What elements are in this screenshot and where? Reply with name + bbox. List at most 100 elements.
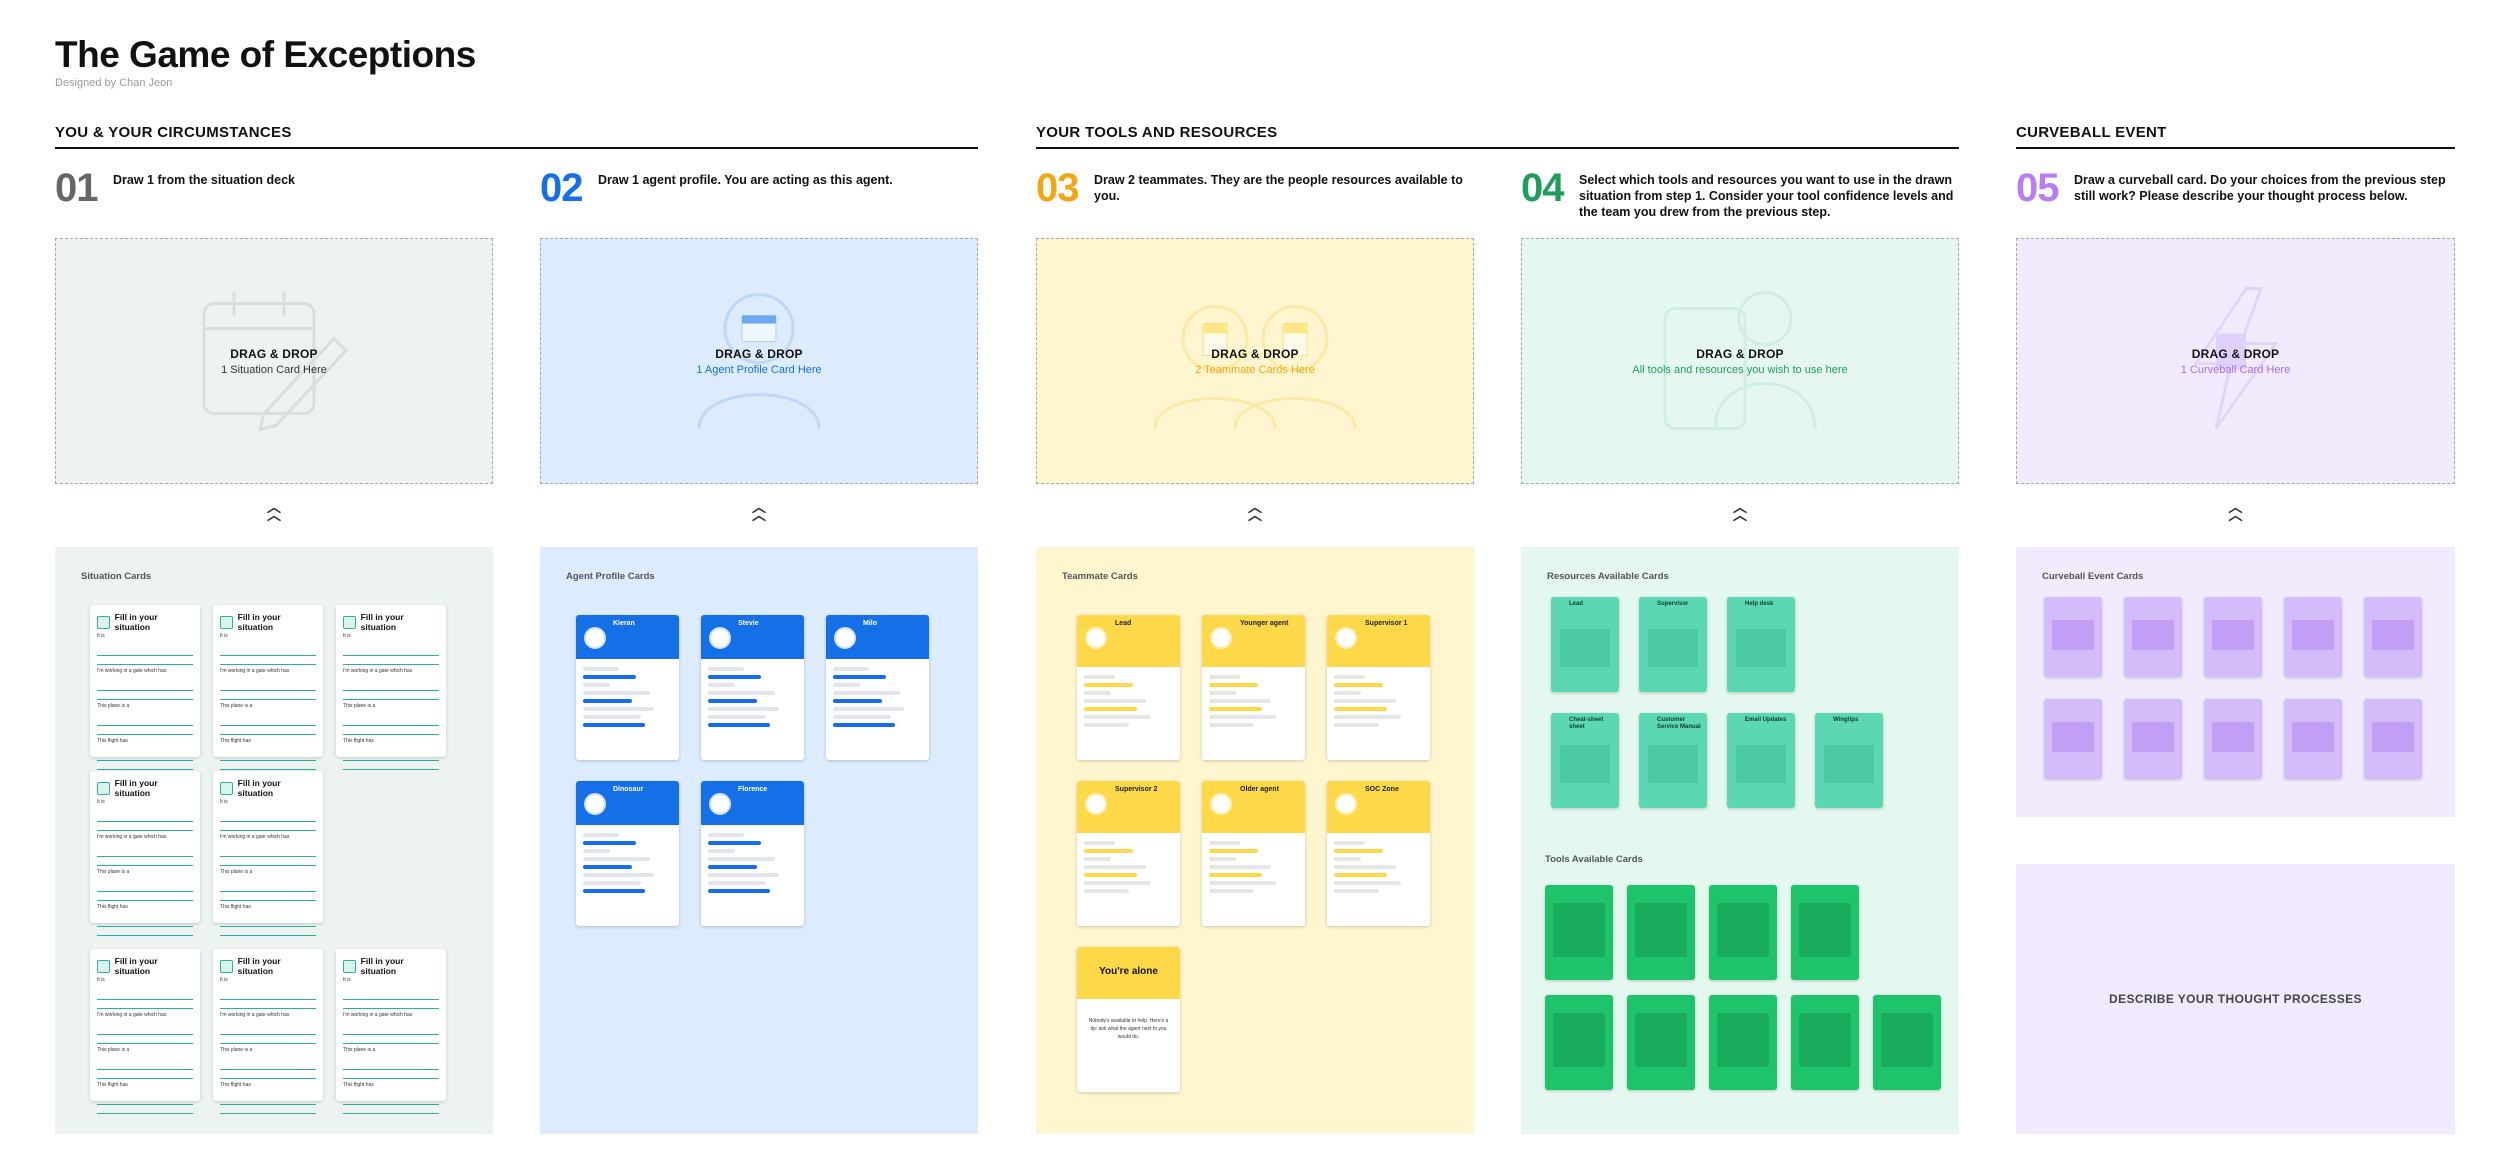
- drop-zone-step-04[interactable]: DRAG & DROP All tools and resources you w…: [1521, 238, 1959, 484]
- curveball-card[interactable]: [2124, 699, 2182, 779]
- curveball-card[interactable]: [2124, 597, 2182, 677]
- teammate-card[interactable]: Older agent: [1202, 781, 1305, 926]
- situation-field-label: It is: [343, 977, 351, 983]
- teammate-card[interactable]: Younger agent: [1202, 615, 1305, 760]
- situation-card[interactable]: Fill in your situation It is I'm working i…: [90, 949, 200, 1114]
- tool-image-icon: [1635, 1013, 1687, 1067]
- info-bar: [833, 707, 905, 711]
- drop-title: DRAG & DROP: [1696, 346, 1784, 361]
- tool-image-icon: [1553, 1013, 1605, 1067]
- situation-card[interactable]: Fill in your situation It is I'm working i…: [336, 949, 446, 1114]
- resource-card[interactable]: Help desk: [1727, 597, 1795, 692]
- tool-card[interactable]: [1791, 995, 1859, 1090]
- tool-card[interactable]: [1545, 995, 1613, 1090]
- situation-card-title: Fill in your situation: [237, 956, 281, 976]
- teammate-card[interactable]: Supervisor 2: [1077, 781, 1180, 926]
- situation-card[interactable]: Fill in your situation It is I'm working i…: [90, 605, 200, 770]
- describe-thought-process-area[interactable]: DESCRIBE YOUR THOUGHT PROCESSES: [2016, 864, 2455, 1134]
- teammate-cards-panel: Teammate Cards Lead Younger agent Supervis…: [1036, 547, 1474, 1134]
- drop-zone-step-03[interactable]: DRAG & DROP 2 Teammate Cards Here: [1036, 238, 1474, 484]
- tool-card[interactable]: [1627, 885, 1695, 980]
- fill-line: [97, 1008, 193, 1009]
- resource-card[interactable]: Lead: [1551, 597, 1619, 692]
- fill-line: [220, 821, 316, 822]
- fill-line: [220, 664, 316, 665]
- drop-zone-step-01[interactable]: DRAG & DROP 1 Situation Card Here: [55, 238, 493, 484]
- curveball-card[interactable]: [2284, 699, 2342, 779]
- chevron-up-icon[interactable]: ︿ ︿: [749, 500, 769, 522]
- fill-line: [220, 1104, 316, 1105]
- fill-line: [343, 699, 439, 700]
- drop-zone-step-02[interactable]: DRAG & DROP 1 Agent Profile Card Here: [540, 238, 978, 484]
- curveball-card[interactable]: [2204, 597, 2262, 677]
- info-bar: [1334, 857, 1361, 861]
- info-bar: [1334, 715, 1401, 719]
- situation-card[interactable]: Fill in your situation It is I'm working i…: [90, 771, 200, 936]
- resource-card[interactable]: Cheat-sheet sheet: [1551, 713, 1619, 808]
- chevron-up-icon[interactable]: ︿ ︿: [1730, 500, 1750, 522]
- info-bar: [1209, 889, 1254, 893]
- avatar-icon: [1085, 793, 1107, 815]
- resource-card[interactable]: Supervisor: [1639, 597, 1707, 692]
- info-bar: [708, 865, 757, 869]
- info-bar: [1084, 889, 1129, 893]
- situation-card-title: Fill in your situation: [237, 778, 281, 798]
- tool-card[interactable]: [1545, 885, 1613, 980]
- info-bar: [583, 857, 650, 861]
- curveball-card[interactable]: [2364, 699, 2422, 779]
- situation-card[interactable]: Fill in your situation It is I'm working i…: [213, 771, 323, 936]
- fill-line: [97, 690, 193, 691]
- tool-card[interactable]: [1791, 885, 1859, 980]
- fill-line: [97, 1104, 193, 1105]
- info-bar: [1084, 723, 1129, 727]
- info-bar: [1084, 857, 1111, 861]
- tool-card[interactable]: [1709, 885, 1777, 980]
- teammate-card[interactable]: SOC Zone: [1327, 781, 1430, 926]
- info-bar: [1084, 873, 1138, 877]
- avatar-icon: [709, 793, 731, 815]
- situation-card[interactable]: Fill in your situation It is I'm working i…: [213, 949, 323, 1114]
- info-bar: [1209, 849, 1258, 853]
- agent-card[interactable]: Kieran: [576, 615, 679, 760]
- curveball-card[interactable]: [2204, 699, 2262, 779]
- teammate-card[interactable]: Supervisor 1: [1327, 615, 1430, 760]
- situation-card[interactable]: Fill in your situation It is I'm working i…: [213, 605, 323, 770]
- agent-card[interactable]: Milo: [826, 615, 929, 760]
- curveball-card[interactable]: [2364, 597, 2422, 677]
- chevron-up-icon[interactable]: ︿ ︿: [1245, 500, 1265, 522]
- fill-line: [220, 999, 316, 1000]
- agent-card[interactable]: Florence: [701, 781, 804, 926]
- situation-field-label: I'm working in a gate which has: [220, 668, 290, 674]
- agent-card[interactable]: Dinosaur: [576, 781, 679, 926]
- drop-zone-step-05[interactable]: DRAG & DROP 1 Curveball Card Here: [2016, 238, 2455, 484]
- curveball-card[interactable]: [2284, 597, 2342, 677]
- agent-card[interactable]: Stevie: [701, 615, 804, 760]
- fill-line: [97, 1113, 193, 1114]
- person-image-icon: [1736, 629, 1786, 667]
- tool-card[interactable]: [1627, 995, 1695, 1090]
- tool-card[interactable]: [1873, 995, 1941, 1090]
- resource-card[interactable]: Wingtips: [1815, 713, 1883, 808]
- fill-line: [220, 725, 316, 726]
- tool-card[interactable]: [1709, 995, 1777, 1090]
- curveball-card[interactable]: [2044, 699, 2102, 779]
- resource-card[interactable]: Customer Service Manual: [1639, 713, 1707, 808]
- drop-title: DRAG & DROP: [1211, 346, 1299, 361]
- info-bar: [1209, 865, 1272, 869]
- teammate-card[interactable]: Lead: [1077, 615, 1180, 760]
- info-bar: [1084, 715, 1151, 719]
- info-bar: [1084, 683, 1133, 687]
- fill-line: [343, 1104, 439, 1105]
- situation-card[interactable]: Fill in your situation It is I'm working i…: [336, 605, 446, 770]
- resource-card[interactable]: Email Updates: [1727, 713, 1795, 808]
- lightning-icon: [2132, 722, 2174, 752]
- alone-card[interactable]: You're alone Nobody's available to help. …: [1077, 947, 1180, 1092]
- curveball-card[interactable]: [2044, 597, 2102, 677]
- chevron-up-icon[interactable]: ︿ ︿: [2226, 500, 2246, 522]
- fill-line: [220, 856, 316, 857]
- fill-line: [220, 690, 316, 691]
- info-bar: [1334, 873, 1388, 877]
- info-bar: [583, 833, 619, 837]
- chevron-up-icon[interactable]: ︿ ︿: [264, 500, 284, 522]
- tool-image-icon: [1799, 1013, 1851, 1067]
